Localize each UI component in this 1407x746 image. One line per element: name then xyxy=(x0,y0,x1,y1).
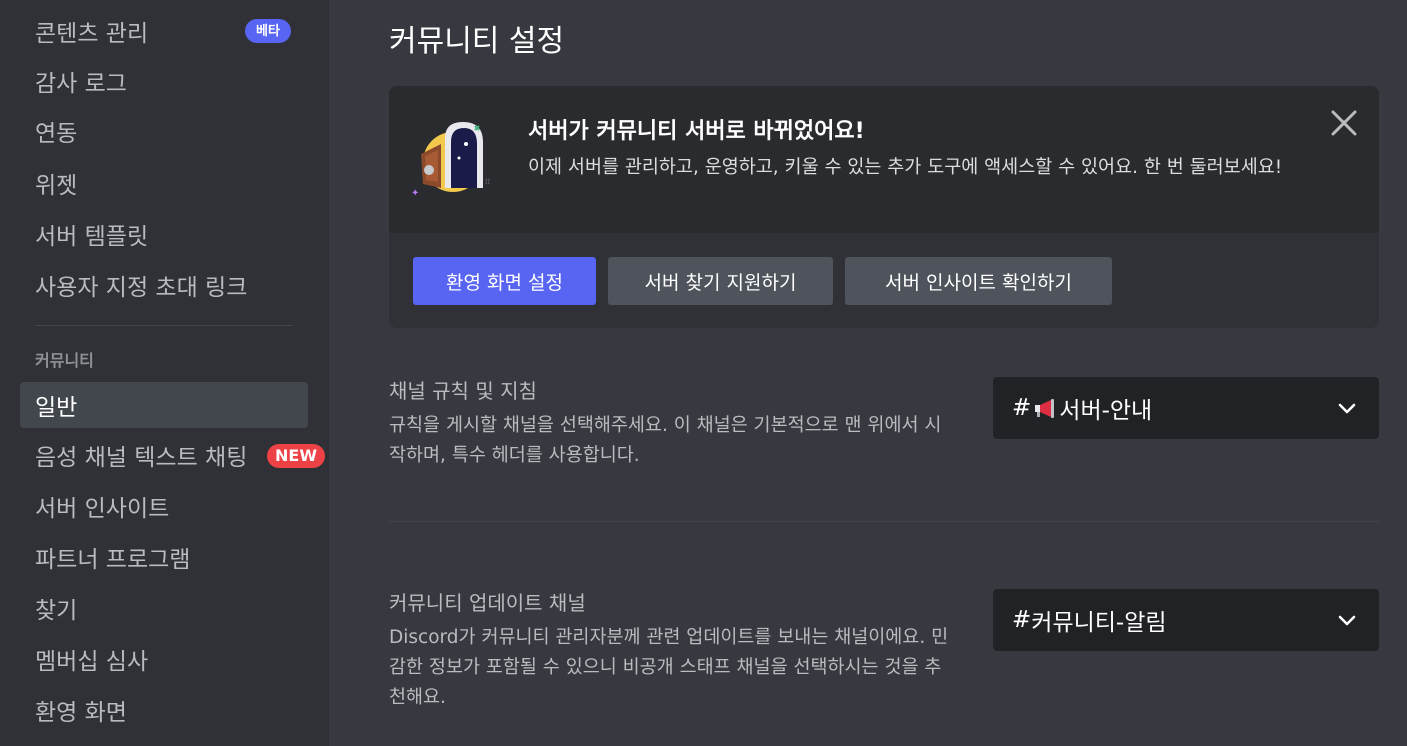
community-enabled-banner: ✦ ⁞⁞ 서버가 커뮤니티 서버로 바뀌었어요! 이제 서버를 관리하고, 운영… xyxy=(389,86,1379,328)
rules-channel-select[interactable]: # 서버-안내 xyxy=(993,377,1379,439)
sidebar-item-label: 서버 템플릿 xyxy=(35,224,149,250)
sidebar-item-label: 연동 xyxy=(35,121,78,147)
close-icon[interactable] xyxy=(1329,108,1359,138)
sidebar-section-header: 커뮤니티 xyxy=(35,351,94,370)
sidebar-item-label: 환영 화면 xyxy=(35,700,127,726)
sidebar-item-voice-text-chat[interactable]: 음성 채널 텍스트 채팅 NEW xyxy=(20,432,325,478)
banner-description: 이제 서버를 관리하고, 운영하고, 키울 수 있는 추가 도구에 액세스할 수… xyxy=(528,157,1283,178)
sidebar-item-label: 일반 xyxy=(35,395,78,421)
rules-channel-description: 규칙을 게시할 채널을 선택해주세요. 이 채널은 기본적으로 맨 위에서 시작… xyxy=(389,415,942,466)
channel-hash: # xyxy=(1012,607,1032,633)
rules-channel-label: 채널 규칙 및 지침 xyxy=(389,379,537,403)
sidebar-item-label: 감사 로그 xyxy=(35,71,127,97)
sidebar-item-widget[interactable]: 위젯 xyxy=(20,160,308,206)
sidebar-item-server-template[interactable]: 서버 템플릿 xyxy=(20,211,308,257)
sidebar-item-general[interactable]: 일반 xyxy=(20,382,308,428)
page-title: 커뮤니티 설정 xyxy=(389,24,565,59)
sidebar-item-content-management[interactable]: 콘텐츠 관리 베타 xyxy=(20,8,308,54)
sidebar-item-integrations[interactable]: 연동 xyxy=(20,108,308,154)
beta-badge: 베타 xyxy=(245,19,291,43)
sidebar-item-welcome-screen[interactable]: 환영 화면 xyxy=(20,687,308,733)
view-server-insights-button[interactable]: 서버 인사이트 확인하기 xyxy=(845,257,1112,305)
sidebar-item-label: 멤버십 심사 xyxy=(35,649,149,675)
sidebar-divider xyxy=(35,325,293,326)
sidebar-item-label: 사용자 지정 초대 링크 xyxy=(35,275,248,301)
sidebar-item-label: 찾기 xyxy=(35,598,78,624)
svg-text:✦: ✦ xyxy=(411,188,419,199)
selected-channel-name: 커뮤니티-알림 xyxy=(1031,610,1167,636)
svg-text:⁞⁞: ⁞⁞ xyxy=(485,177,490,186)
updates-channel-select[interactable]: # 커뮤니티-알림 xyxy=(993,589,1379,651)
channel-hash: # xyxy=(1012,395,1032,421)
updates-channel-label: 커뮤니티 업데이트 채널 xyxy=(389,591,586,615)
sidebar-item-label: 파트너 프로그램 xyxy=(35,547,191,573)
chevron-down-icon xyxy=(1338,615,1356,626)
section-divider xyxy=(389,521,1379,522)
megaphone-icon xyxy=(1035,399,1055,418)
settings-sidebar: 콘텐츠 관리 베타 감사 로그 연동 위젯 서버 템플릿 사용자 지정 초대 링… xyxy=(0,0,329,746)
updates-channel-description: Discord가 커뮤니티 관리자분께 관련 업데이트를 보내는 채널이에요. … xyxy=(389,627,949,708)
chevron-down-icon xyxy=(1338,403,1356,414)
sidebar-item-discovery[interactable]: 찾기 xyxy=(20,585,308,631)
sidebar-item-vanity-url[interactable]: 사용자 지정 초대 링크 xyxy=(20,262,308,308)
sidebar-item-audit-log[interactable]: 감사 로그 xyxy=(20,58,308,104)
setup-welcome-screen-button[interactable]: 환영 화면 설정 xyxy=(413,257,596,305)
new-badge: NEW xyxy=(267,444,325,468)
sidebar-item-label: 음성 채널 텍스트 채팅 xyxy=(35,445,248,471)
banner-title: 서버가 커뮤니티 서버로 바뀌었어요! xyxy=(528,119,865,144)
sidebar-item-label: 위젯 xyxy=(35,173,78,199)
selected-channel-name: 서버-안내 xyxy=(1059,398,1153,424)
enable-discovery-button[interactable]: 서버 찾기 지원하기 xyxy=(608,257,833,305)
sidebar-item-partner-program[interactable]: 파트너 프로그램 xyxy=(20,534,308,580)
sidebar-item-label: 콘텐츠 관리 xyxy=(35,21,149,47)
sidebar-item-label: 서버 인사이트 xyxy=(35,496,170,522)
community-door-illustration-icon: ✦ ⁞⁞ xyxy=(411,122,490,199)
sidebar-item-membership-screening[interactable]: 멤버십 심사 xyxy=(20,636,308,682)
sidebar-item-server-insights[interactable]: 서버 인사이트 xyxy=(20,483,308,529)
